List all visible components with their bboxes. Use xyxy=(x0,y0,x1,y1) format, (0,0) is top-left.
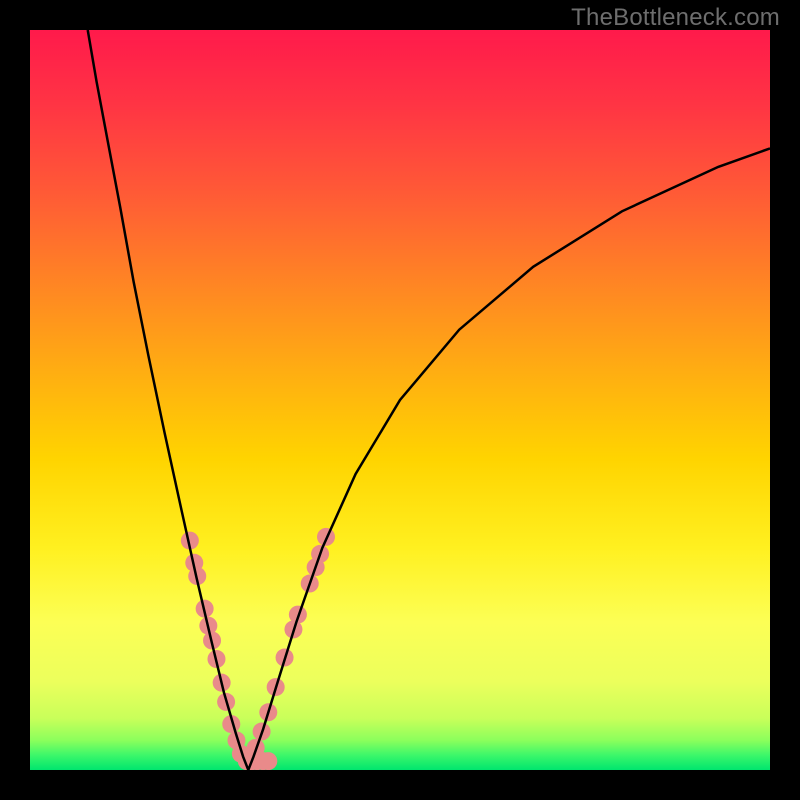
plot-area xyxy=(30,30,770,770)
data-marker xyxy=(259,752,277,770)
chart-frame: TheBottleneck.com xyxy=(0,0,800,800)
watermark-text: TheBottleneck.com xyxy=(571,4,780,32)
chart-svg xyxy=(30,30,770,770)
